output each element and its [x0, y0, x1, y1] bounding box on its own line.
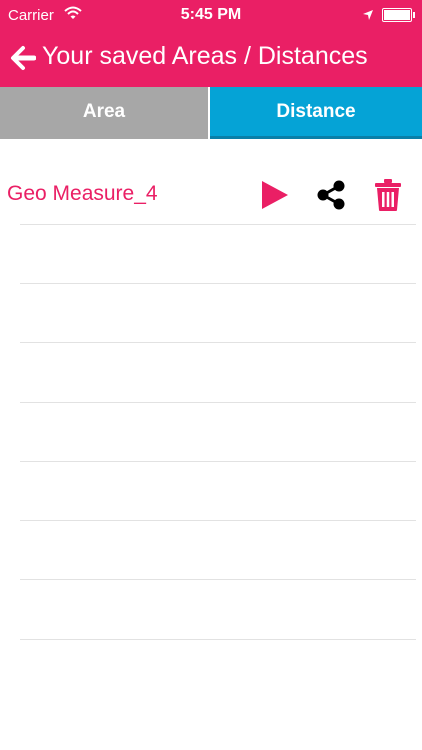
row-divider — [20, 461, 416, 462]
share-icon[interactable] — [315, 179, 347, 211]
row-divider — [20, 224, 416, 225]
row-divider — [20, 342, 416, 343]
trash-icon[interactable] — [374, 178, 402, 212]
status-time: 5:45 PM — [180, 6, 242, 23]
tab-area[interactable]: Area — [0, 87, 208, 139]
back-arrow-icon[interactable] — [10, 45, 37, 71]
row-divider — [20, 283, 416, 284]
row-divider — [20, 520, 416, 521]
app-header: Carrier 5:45 PM Your saved Areas / Dista… — [0, 0, 422, 87]
page-title: Your saved Areas / Distances — [42, 42, 368, 70]
row-divider — [20, 579, 416, 580]
status-bar: Carrier 5:45 PM — [0, 0, 422, 30]
row-divider — [20, 639, 416, 640]
play-icon[interactable] — [260, 179, 290, 211]
nav-bar: Your saved Areas / Distances — [0, 30, 422, 87]
battery-icon — [382, 8, 415, 22]
saved-item-name[interactable]: Geo Measure_4 — [7, 182, 158, 206]
row-divider — [20, 402, 416, 403]
segment-tabs: Area Distance — [0, 87, 422, 139]
location-arrow-icon — [362, 8, 374, 25]
list-item[interactable]: Geo Measure_4 — [0, 167, 422, 224]
tab-distance[interactable]: Distance — [210, 87, 422, 139]
